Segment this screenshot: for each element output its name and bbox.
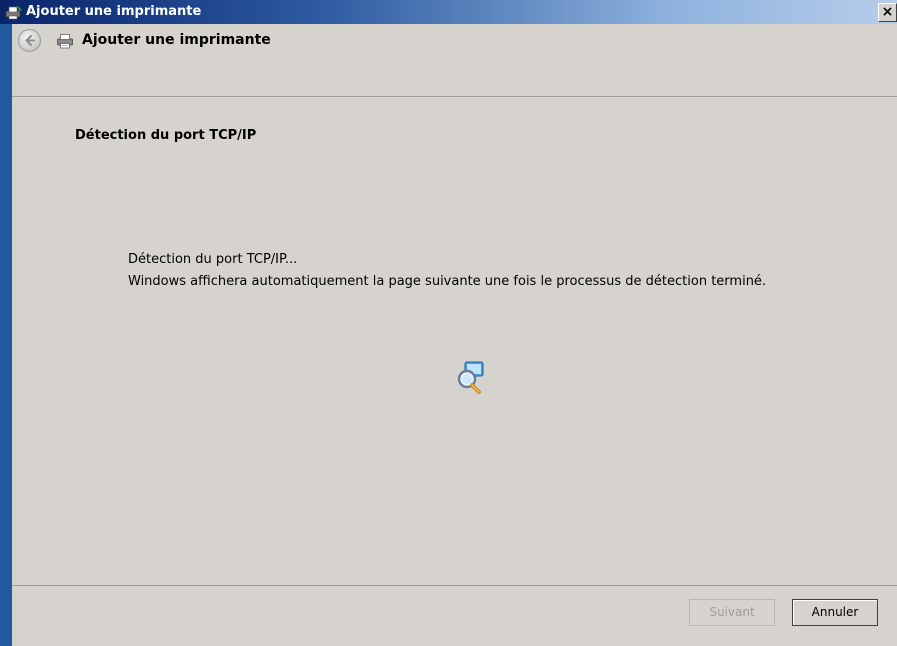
- next-button[interactable]: Suivant: [689, 599, 775, 626]
- network-search-icon: [457, 361, 484, 394]
- window-title: Ajouter une imprimante: [26, 4, 202, 19]
- wizard-content: Ajouter une imprimante Détection du port…: [12, 24, 897, 646]
- info-text: Windows affichera automatiquement la pag…: [128, 274, 767, 289]
- printer-title-icon: [5, 5, 22, 20]
- wizard-header: Ajouter une imprimante: [12, 24, 897, 97]
- close-button[interactable]: ×: [878, 3, 897, 22]
- footer-divider: [12, 585, 897, 586]
- printer-icon: [57, 34, 73, 49]
- status-text: Détection du port TCP/IP...: [128, 252, 298, 267]
- title-bar[interactable]: Ajouter une imprimante ×: [0, 0, 897, 24]
- back-button[interactable]: [18, 29, 41, 52]
- cancel-button[interactable]: Annuler: [792, 599, 878, 626]
- wizard-title: Ajouter une imprimante: [82, 32, 271, 48]
- section-heading: Détection du port TCP/IP: [75, 128, 257, 143]
- window-left-border: [0, 24, 12, 646]
- back-arrow-icon: [25, 35, 35, 46]
- add-printer-window: Ajouter une imprimante × Ajouter une imp…: [0, 0, 897, 646]
